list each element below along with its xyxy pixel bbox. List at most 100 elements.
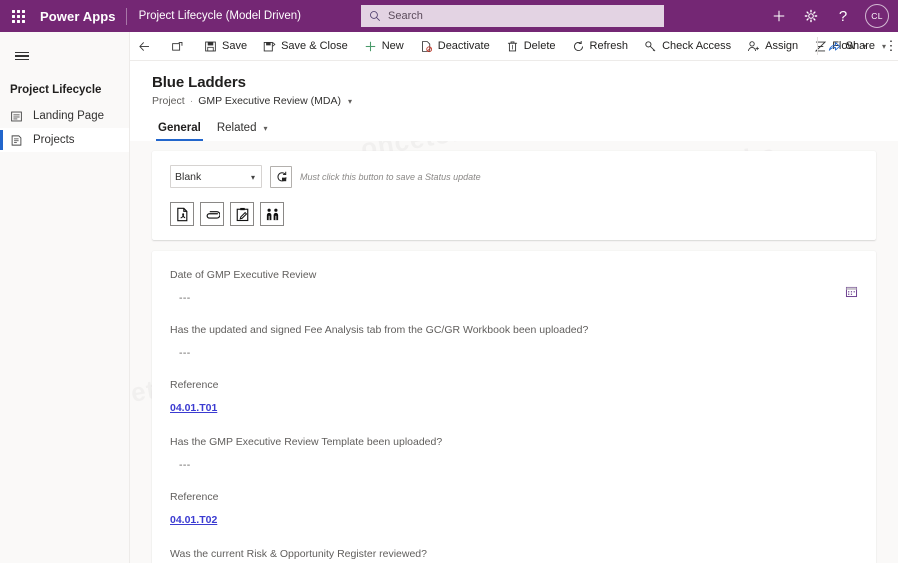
form-canvas: oncetolabs oncetolabs cetolabs oncetolab… <box>130 141 898 563</box>
new-record-button[interactable]: New <box>356 32 412 61</box>
field-reference-1: Reference 04.01.T01 <box>170 379 858 416</box>
field-date-of-gmp-executive-review: Date of GMP Executive Review --- <box>170 269 858 304</box>
field-fee-analysis-uploaded: Has the updated and signed Fee Analysis … <box>170 324 858 359</box>
field-label: Date of GMP Executive Review <box>170 269 858 281</box>
command-label: Check Access <box>662 40 731 52</box>
status-row: Blank ▾ Must click this button to save a… <box>170 165 858 188</box>
command-label: New <box>382 40 404 52</box>
share-button[interactable]: Share ▾ <box>820 32 894 61</box>
command-divider <box>817 37 818 55</box>
save-disk-icon <box>204 40 217 53</box>
status-select[interactable]: Blank <box>170 165 262 188</box>
entity-name: Project <box>152 95 185 107</box>
hamburger-icon <box>15 50 29 63</box>
refresh-button[interactable]: Refresh <box>564 32 637 61</box>
back-button[interactable] <box>130 32 159 61</box>
key-icon <box>644 40 657 53</box>
command-label: Refresh <box>590 40 629 52</box>
deactivate-button[interactable]: Deactivate <box>412 32 498 61</box>
field-value[interactable]: --- <box>170 347 858 359</box>
brand-label: Power Apps <box>36 9 126 24</box>
trash-icon <box>506 40 519 53</box>
settings-button[interactable] <box>796 0 826 32</box>
person-add-icon <box>747 40 760 53</box>
people-button[interactable] <box>260 202 284 226</box>
form-selector-label[interactable]: GMP Executive Review (MDA) <box>198 95 341 107</box>
new-button[interactable] <box>764 0 794 32</box>
assign-button[interactable]: Assign <box>739 32 806 61</box>
global-search[interactable] <box>361 5 664 27</box>
record-subtitle: Project · GMP Executive Review (MDA) ▾ <box>152 95 898 107</box>
command-label: Share <box>846 40 875 52</box>
attachment-button[interactable] <box>200 202 224 226</box>
project-list-icon <box>10 134 23 147</box>
field-label: Has the GMP Executive Review Template be… <box>170 436 858 448</box>
two-people-icon <box>265 207 280 222</box>
reference-link[interactable]: 04.01.T02 <box>170 514 217 526</box>
status-hint-text: Must click this button to save a Status … <box>300 172 481 182</box>
tab-general[interactable]: General <box>152 118 207 141</box>
refresh-icon <box>572 40 585 53</box>
command-label: Deactivate <box>438 40 490 52</box>
plus-icon <box>772 9 786 23</box>
avatar[interactable]: CL <box>865 4 889 28</box>
status-select-wrapper: Blank ▾ <box>170 165 262 188</box>
tab-related[interactable]: Related ▾ <box>211 118 274 141</box>
sidebar-navigation: Project Lifecycle Landing Page Projects <box>0 32 130 563</box>
save-and-close-button[interactable]: Save & Close <box>255 32 356 61</box>
main-content: Save Save & Close New <box>130 32 898 563</box>
field-risk-register-reviewed: Was the current Risk & Opportunity Regis… <box>170 548 858 563</box>
app-body: Project Lifecycle Landing Page Projects <box>0 32 898 563</box>
command-bar-right: Share ▾ <box>815 32 894 61</box>
document-actions-row <box>170 202 858 226</box>
search-input[interactable] <box>388 10 656 22</box>
chevron-down-icon: ▾ <box>882 42 886 51</box>
clipboard-edit-button[interactable] <box>230 202 254 226</box>
command-label: Save & Close <box>281 40 348 52</box>
field-value[interactable]: --- <box>170 459 858 471</box>
command-label: Save <box>222 40 247 52</box>
sidebar-collapse-button[interactable] <box>2 40 42 72</box>
sidebar-item-projects[interactable]: Projects <box>0 128 129 152</box>
page-title: Blue Ladders <box>152 74 898 91</box>
search-icon <box>369 10 381 22</box>
field-label: Reference <box>170 379 858 391</box>
question-mark-icon: ? <box>839 8 847 25</box>
save-status-icon <box>275 170 288 183</box>
command-bar: Save Save & Close New <box>130 32 898 61</box>
help-button[interactable]: ? <box>828 0 858 32</box>
sidebar-item-landing-page[interactable]: Landing Page <box>0 104 129 128</box>
paperclip-attachment-icon <box>205 207 220 222</box>
deactivate-icon <box>420 40 433 53</box>
save-and-close-icon <box>263 40 276 53</box>
app-launcher-button[interactable] <box>0 0 36 32</box>
calendar-icon <box>845 285 858 298</box>
command-label: Assign <box>765 40 798 52</box>
pdf-document-button[interactable] <box>170 202 194 226</box>
sidebar-heading: Project Lifecycle <box>0 72 129 104</box>
open-in-new-window-icon <box>171 40 184 53</box>
chevron-down-icon: ▾ <box>263 124 267 133</box>
back-arrow-icon <box>138 40 151 53</box>
calendar-picker-button[interactable] <box>845 285 858 303</box>
check-access-button[interactable]: Check Access <box>636 32 739 61</box>
tab-label: General <box>158 122 201 134</box>
reference-link[interactable]: 04.01.T01 <box>170 402 217 414</box>
open-in-new-window-button[interactable] <box>163 32 192 61</box>
tab-label: Related <box>217 122 257 134</box>
app-name-label: Project Lifecycle (Model Driven) <box>127 10 301 22</box>
delete-button[interactable]: Delete <box>498 32 564 61</box>
field-label: Reference <box>170 491 858 503</box>
save-status-button[interactable] <box>270 166 292 188</box>
field-label: Has the updated and signed Fee Analysis … <box>170 324 858 336</box>
field-value[interactable]: --- <box>170 292 858 304</box>
form-tabs: General Related ▾ <box>152 118 898 141</box>
page-icon <box>10 110 23 123</box>
chevron-down-icon[interactable]: ▾ <box>348 97 352 106</box>
save-button[interactable]: Save <box>196 32 255 61</box>
clipboard-edit-icon <box>235 207 250 222</box>
field-label: Was the current Risk & Opportunity Regis… <box>170 548 858 560</box>
share-icon <box>828 40 841 53</box>
suite-header-bar: Power Apps Project Lifecycle (Model Driv… <box>0 0 898 32</box>
sidebar-item-label: Landing Page <box>33 110 104 122</box>
